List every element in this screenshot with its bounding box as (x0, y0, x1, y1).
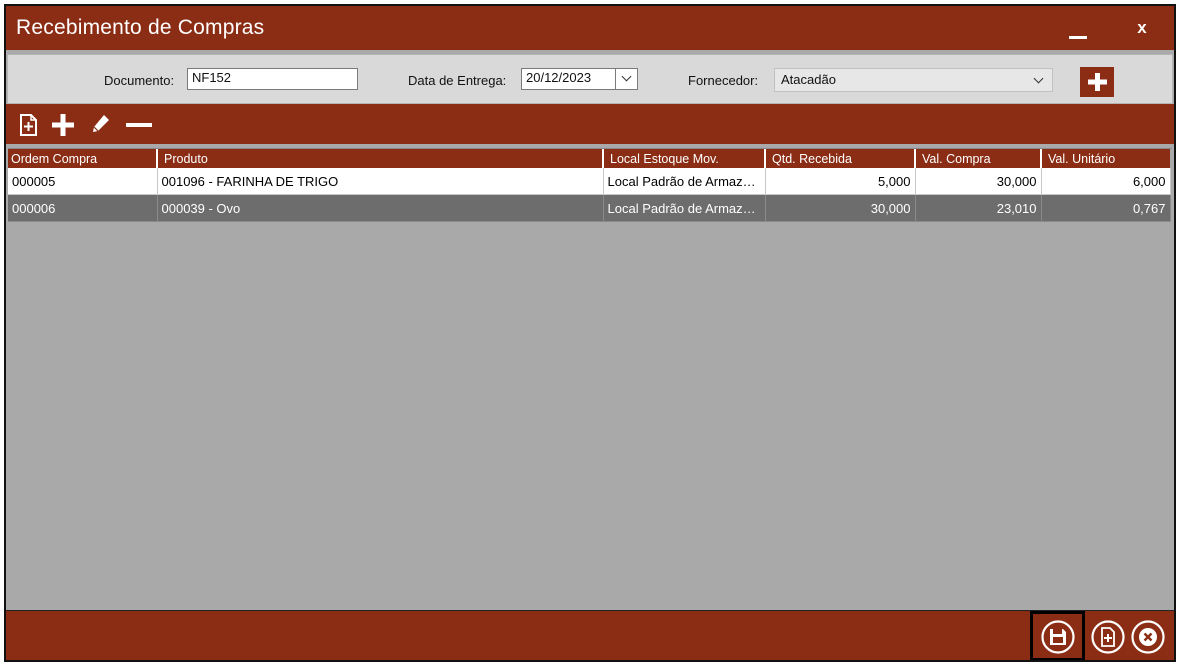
date-picker-button[interactable] (615, 68, 638, 90)
chevron-down-icon (621, 71, 632, 82)
column-header-ordem-compra[interactable]: Ordem Compra (8, 149, 157, 168)
chevron-down-icon (1033, 73, 1044, 84)
new-item-button[interactable] (16, 112, 42, 138)
minimize-button[interactable] (1064, 22, 1094, 42)
cell-produto[interactable]: 000039 - Ovo (157, 194, 604, 222)
cell-produto[interactable]: 001096 - FARINHA DE TRIGO (157, 168, 604, 195)
column-header-produto[interactable]: Produto (156, 149, 603, 168)
minus-icon (126, 123, 152, 127)
documento-input[interactable]: NF152 (187, 68, 358, 90)
column-header-local-estoque[interactable]: Local Estoque Mov. (602, 149, 765, 168)
pencil-icon (93, 115, 109, 132)
cell-val-unitario[interactable]: 0,767 (1041, 194, 1171, 222)
bottom-action-bar (6, 610, 1174, 660)
plus-icon (52, 114, 74, 136)
filter-panel: Documento: NF152 Data de Entrega: 20/12/… (7, 54, 1173, 104)
save-button[interactable] (1040, 619, 1076, 655)
items-table: Ordem Compra Produto Local Estoque Mov. … (8, 149, 1171, 222)
app-window: Recebimento de Compras x Documento: NF15… (4, 4, 1176, 662)
table-row[interactable]: 000005 001096 - FARINHA DE TRIGO Local P… (8, 168, 1171, 195)
column-header-val-compra[interactable]: Val. Compra (914, 149, 1041, 168)
fornecedor-selected-value: Atacadão (781, 72, 836, 87)
documento-label: Documento: (104, 73, 175, 88)
column-header-qtd-recebida[interactable]: Qtd. Recebida (764, 149, 915, 168)
cell-ordem-compra[interactable]: 000006 (8, 194, 158, 222)
add-fornecedor-button[interactable] (1080, 67, 1114, 97)
cancel-icon (1131, 620, 1165, 654)
cell-ordem-compra[interactable]: 000005 (8, 168, 158, 195)
fornecedor-label: Fornecedor: (688, 73, 759, 88)
table-header-row: Ordem Compra Produto Local Estoque Mov. … (8, 149, 1170, 168)
cell-local-estoque[interactable]: Local Padrão de Armazenamento (603, 194, 766, 222)
new-document-icon (20, 114, 37, 136)
items-grid[interactable]: Ordem Compra Produto Local Estoque Mov. … (8, 148, 1172, 610)
fornecedor-select[interactable]: Atacadão (774, 68, 1053, 92)
cell-val-compra[interactable]: 23,010 (915, 194, 1042, 222)
grid-toolbar (6, 104, 1174, 144)
cell-val-unitario[interactable]: 6,000 (1041, 168, 1171, 195)
cell-val-compra[interactable]: 30,000 (915, 168, 1042, 195)
add-item-button[interactable] (50, 112, 76, 138)
cell-local-estoque[interactable]: Local Padrão de Armazenamento (603, 168, 766, 195)
data-entrega-label: Data de Entrega: (408, 73, 507, 88)
close-button[interactable]: x (1130, 15, 1154, 41)
cancel-button[interactable] (1130, 619, 1166, 655)
new-record-button[interactable] (1090, 619, 1126, 655)
column-header-val-unitario[interactable]: Val. Unitário (1040, 149, 1170, 168)
save-icon (1041, 620, 1075, 654)
edit-item-button[interactable] (88, 112, 114, 138)
window-title: Recebimento de Compras (16, 16, 265, 39)
new-document-icon (1091, 620, 1125, 654)
plus-icon (1088, 73, 1107, 91)
cell-qtd-recebida[interactable]: 5,000 (765, 168, 916, 195)
remove-item-button[interactable] (124, 112, 152, 138)
title-bar: Recebimento de Compras x (6, 6, 1174, 50)
cell-qtd-recebida[interactable]: 30,000 (765, 194, 916, 222)
table-row-selected[interactable]: 000006 000039 - Ovo Local Padrão de Arma… (8, 194, 1171, 222)
data-entrega-input[interactable]: 20/12/2023 (521, 68, 616, 90)
